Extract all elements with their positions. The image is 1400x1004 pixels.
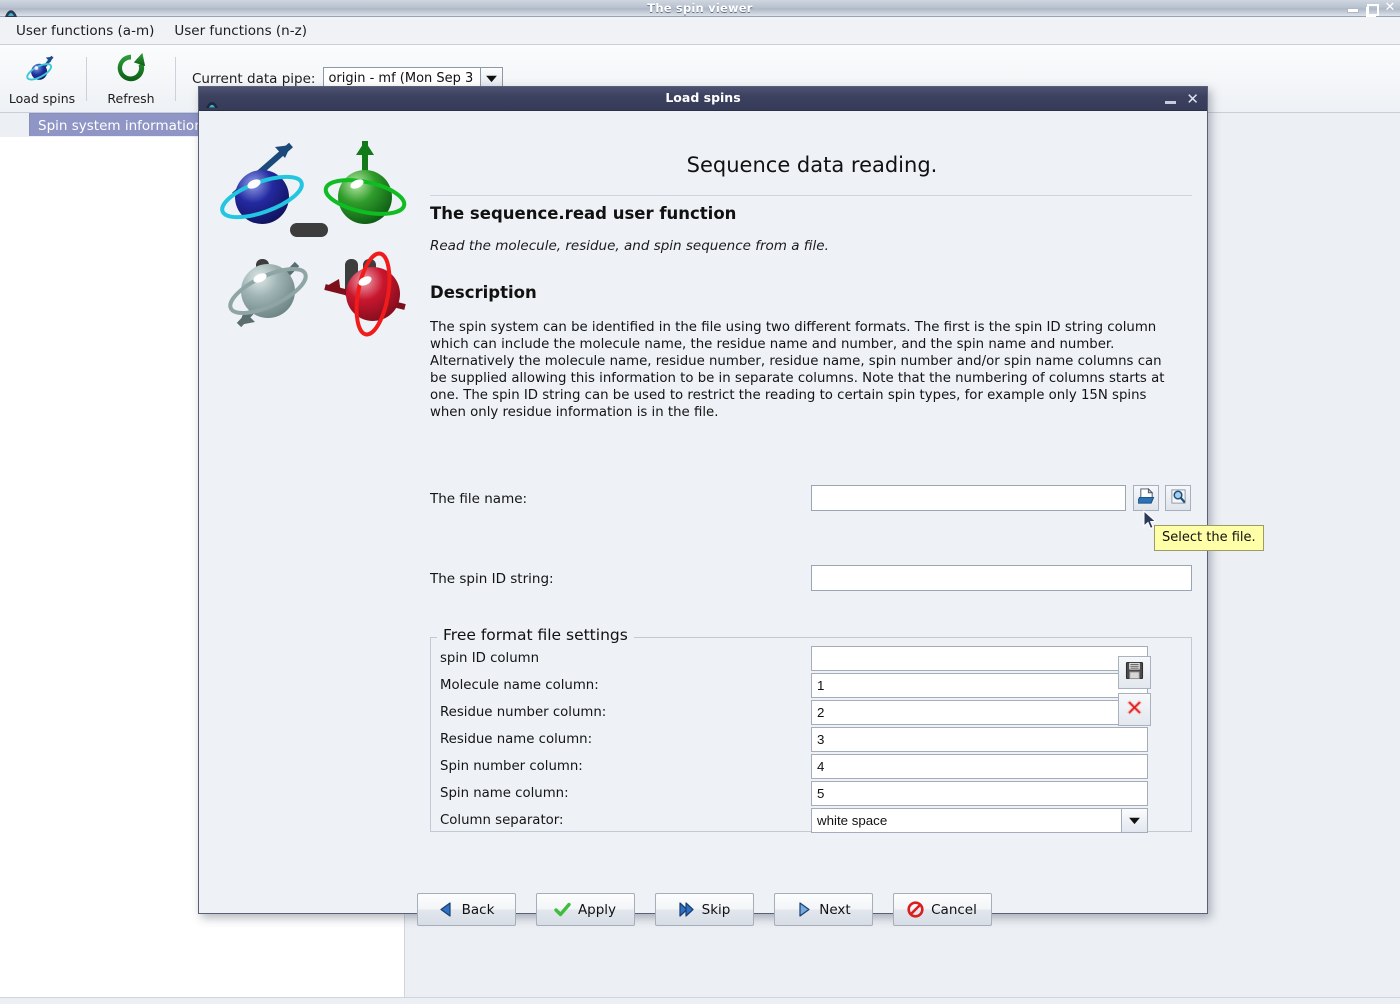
skip-button-label: Skip xyxy=(702,902,731,918)
file-name-label: The file name: xyxy=(430,491,527,507)
free-format-legend: Free format file settings xyxy=(437,626,634,644)
menubar: User functions (a-m) User functions (n-z… xyxy=(0,17,1400,45)
row-spin-number-column: Spin number column: xyxy=(440,754,1158,781)
spin-number-column-label: Spin number column: xyxy=(440,759,583,774)
toolbar-refresh-button[interactable]: Refresh xyxy=(89,46,173,112)
spin-id-column-label: spin ID column xyxy=(440,651,539,666)
toolbar-load-spins-button[interactable]: Load spins xyxy=(0,46,84,112)
cancel-button[interactable]: Cancel xyxy=(893,893,992,926)
menu-user-functions-a-m[interactable]: User functions (a-m) xyxy=(10,20,160,42)
refresh-icon xyxy=(114,51,148,89)
spin-id-string-input[interactable] xyxy=(811,565,1192,591)
statusbar xyxy=(0,997,1400,1004)
heading-divider xyxy=(430,195,1192,196)
residue-name-column-input[interactable] xyxy=(811,727,1148,752)
chevron-down-icon[interactable] xyxy=(1122,808,1148,833)
floppy-disk-icon xyxy=(1125,661,1144,684)
minimize-button[interactable] xyxy=(1346,2,1358,14)
cancel-button-label: Cancel xyxy=(931,902,977,918)
column-separator-label: Column separator: xyxy=(440,813,564,828)
load-spins-dialog: Load spins ✕ xyxy=(198,86,1208,914)
main-window-titlebar: The spin viewer ✕ xyxy=(0,0,1400,17)
preview-file-button[interactable] xyxy=(1165,485,1191,511)
spin-id-column-input[interactable] xyxy=(811,646,1148,671)
file-name-row: The file name: xyxy=(430,485,1192,513)
residue-name-column-label: Residue name column: xyxy=(440,732,592,747)
row-residue-name-column: Residue name column: xyxy=(440,727,1158,754)
description-heading: Description xyxy=(430,283,537,302)
prohibition-icon xyxy=(907,901,924,918)
user-function-summary: Read the molecule, residue, and spin seq… xyxy=(430,238,829,254)
dialog-minimize-button[interactable] xyxy=(1165,101,1176,104)
delete-settings-button[interactable] xyxy=(1118,693,1151,726)
spin-sphere-icon xyxy=(22,51,62,89)
spin-id-string-label: The spin ID string: xyxy=(430,571,554,587)
toolbar-load-spins-label: Load spins xyxy=(9,91,75,106)
dialog-body: Sequence data reading. The sequence.read… xyxy=(199,111,1207,914)
dialog-title: Load spins xyxy=(199,90,1207,105)
red-cross-icon xyxy=(1125,698,1144,721)
save-settings-button[interactable] xyxy=(1118,656,1151,689)
tooltip: Select the file. xyxy=(1154,525,1264,551)
row-spin-name-column: Spin name column: xyxy=(440,781,1158,808)
description-text: The spin system can be identified in the… xyxy=(430,319,1165,422)
open-file-icon xyxy=(1138,488,1155,509)
next-button[interactable]: Next xyxy=(774,893,873,926)
apply-button[interactable]: Apply xyxy=(536,893,635,926)
next-button-label: Next xyxy=(819,902,850,918)
main-window-controls: ✕ xyxy=(1346,2,1396,14)
residue-number-column-input[interactable] xyxy=(811,700,1148,725)
toolbar-separator-2 xyxy=(175,57,176,101)
free-format-file-settings-group: Free format file settings spin ID column… xyxy=(430,637,1192,832)
select-file-button[interactable] xyxy=(1133,485,1159,511)
user-function-title: The sequence.read user function xyxy=(430,204,736,223)
spin-id-string-row: The spin ID string: xyxy=(430,565,1192,593)
close-button[interactable]: ✕ xyxy=(1384,2,1396,14)
back-button-label: Back xyxy=(462,902,495,918)
skip-button[interactable]: Skip xyxy=(655,893,754,926)
dialog-button-bar: Back Apply Skip xyxy=(199,893,1209,926)
restore-button[interactable] xyxy=(1365,2,1377,14)
triangle-left-icon xyxy=(438,901,455,918)
row-column-separator: Column separator: xyxy=(440,808,1158,835)
spin-number-column-input[interactable] xyxy=(811,754,1148,779)
column-separator-input[interactable] xyxy=(811,808,1122,833)
row-spin-id-column: spin ID column xyxy=(440,646,1158,673)
dialog-close-button[interactable]: ✕ xyxy=(1186,91,1199,107)
menu-user-functions-n-z[interactable]: User functions (n-z) xyxy=(168,20,313,42)
row-molecule-name-column: Molecule name column: xyxy=(440,673,1158,700)
spin-name-column-input[interactable] xyxy=(811,781,1148,806)
spin-name-column-label: Spin name column: xyxy=(440,786,569,801)
dialog-window-controls: ✕ xyxy=(1165,91,1199,107)
back-button[interactable]: Back xyxy=(417,893,516,926)
tab-spin-system-information[interactable]: Spin system information xyxy=(29,113,212,136)
dialog-titlebar: Load spins ✕ xyxy=(199,87,1207,111)
residue-number-column-label: Residue number column: xyxy=(440,705,606,720)
apply-button-label: Apply xyxy=(578,902,616,918)
dialog-heading: Sequence data reading. xyxy=(431,153,1193,177)
spin-system-graphic-icon xyxy=(206,129,421,344)
free-format-rows: spin ID column Molecule name column: Res… xyxy=(440,646,1158,835)
toolbar-refresh-label: Refresh xyxy=(107,91,154,106)
toolbar-separator xyxy=(86,57,87,101)
magnifier-icon xyxy=(1170,488,1187,509)
row-residue-number-column: Residue number column: xyxy=(440,700,1158,727)
green-check-icon xyxy=(554,901,571,918)
double-triangle-right-icon xyxy=(678,901,695,918)
file-name-input[interactable] xyxy=(811,485,1126,511)
current-data-pipe-label: Current data pipe: xyxy=(192,71,315,87)
triangle-right-icon xyxy=(795,901,812,918)
molecule-name-column-label: Molecule name column: xyxy=(440,678,599,693)
main-window-title: The spin viewer xyxy=(0,1,1400,15)
molecule-name-column-input[interactable] xyxy=(811,673,1148,698)
